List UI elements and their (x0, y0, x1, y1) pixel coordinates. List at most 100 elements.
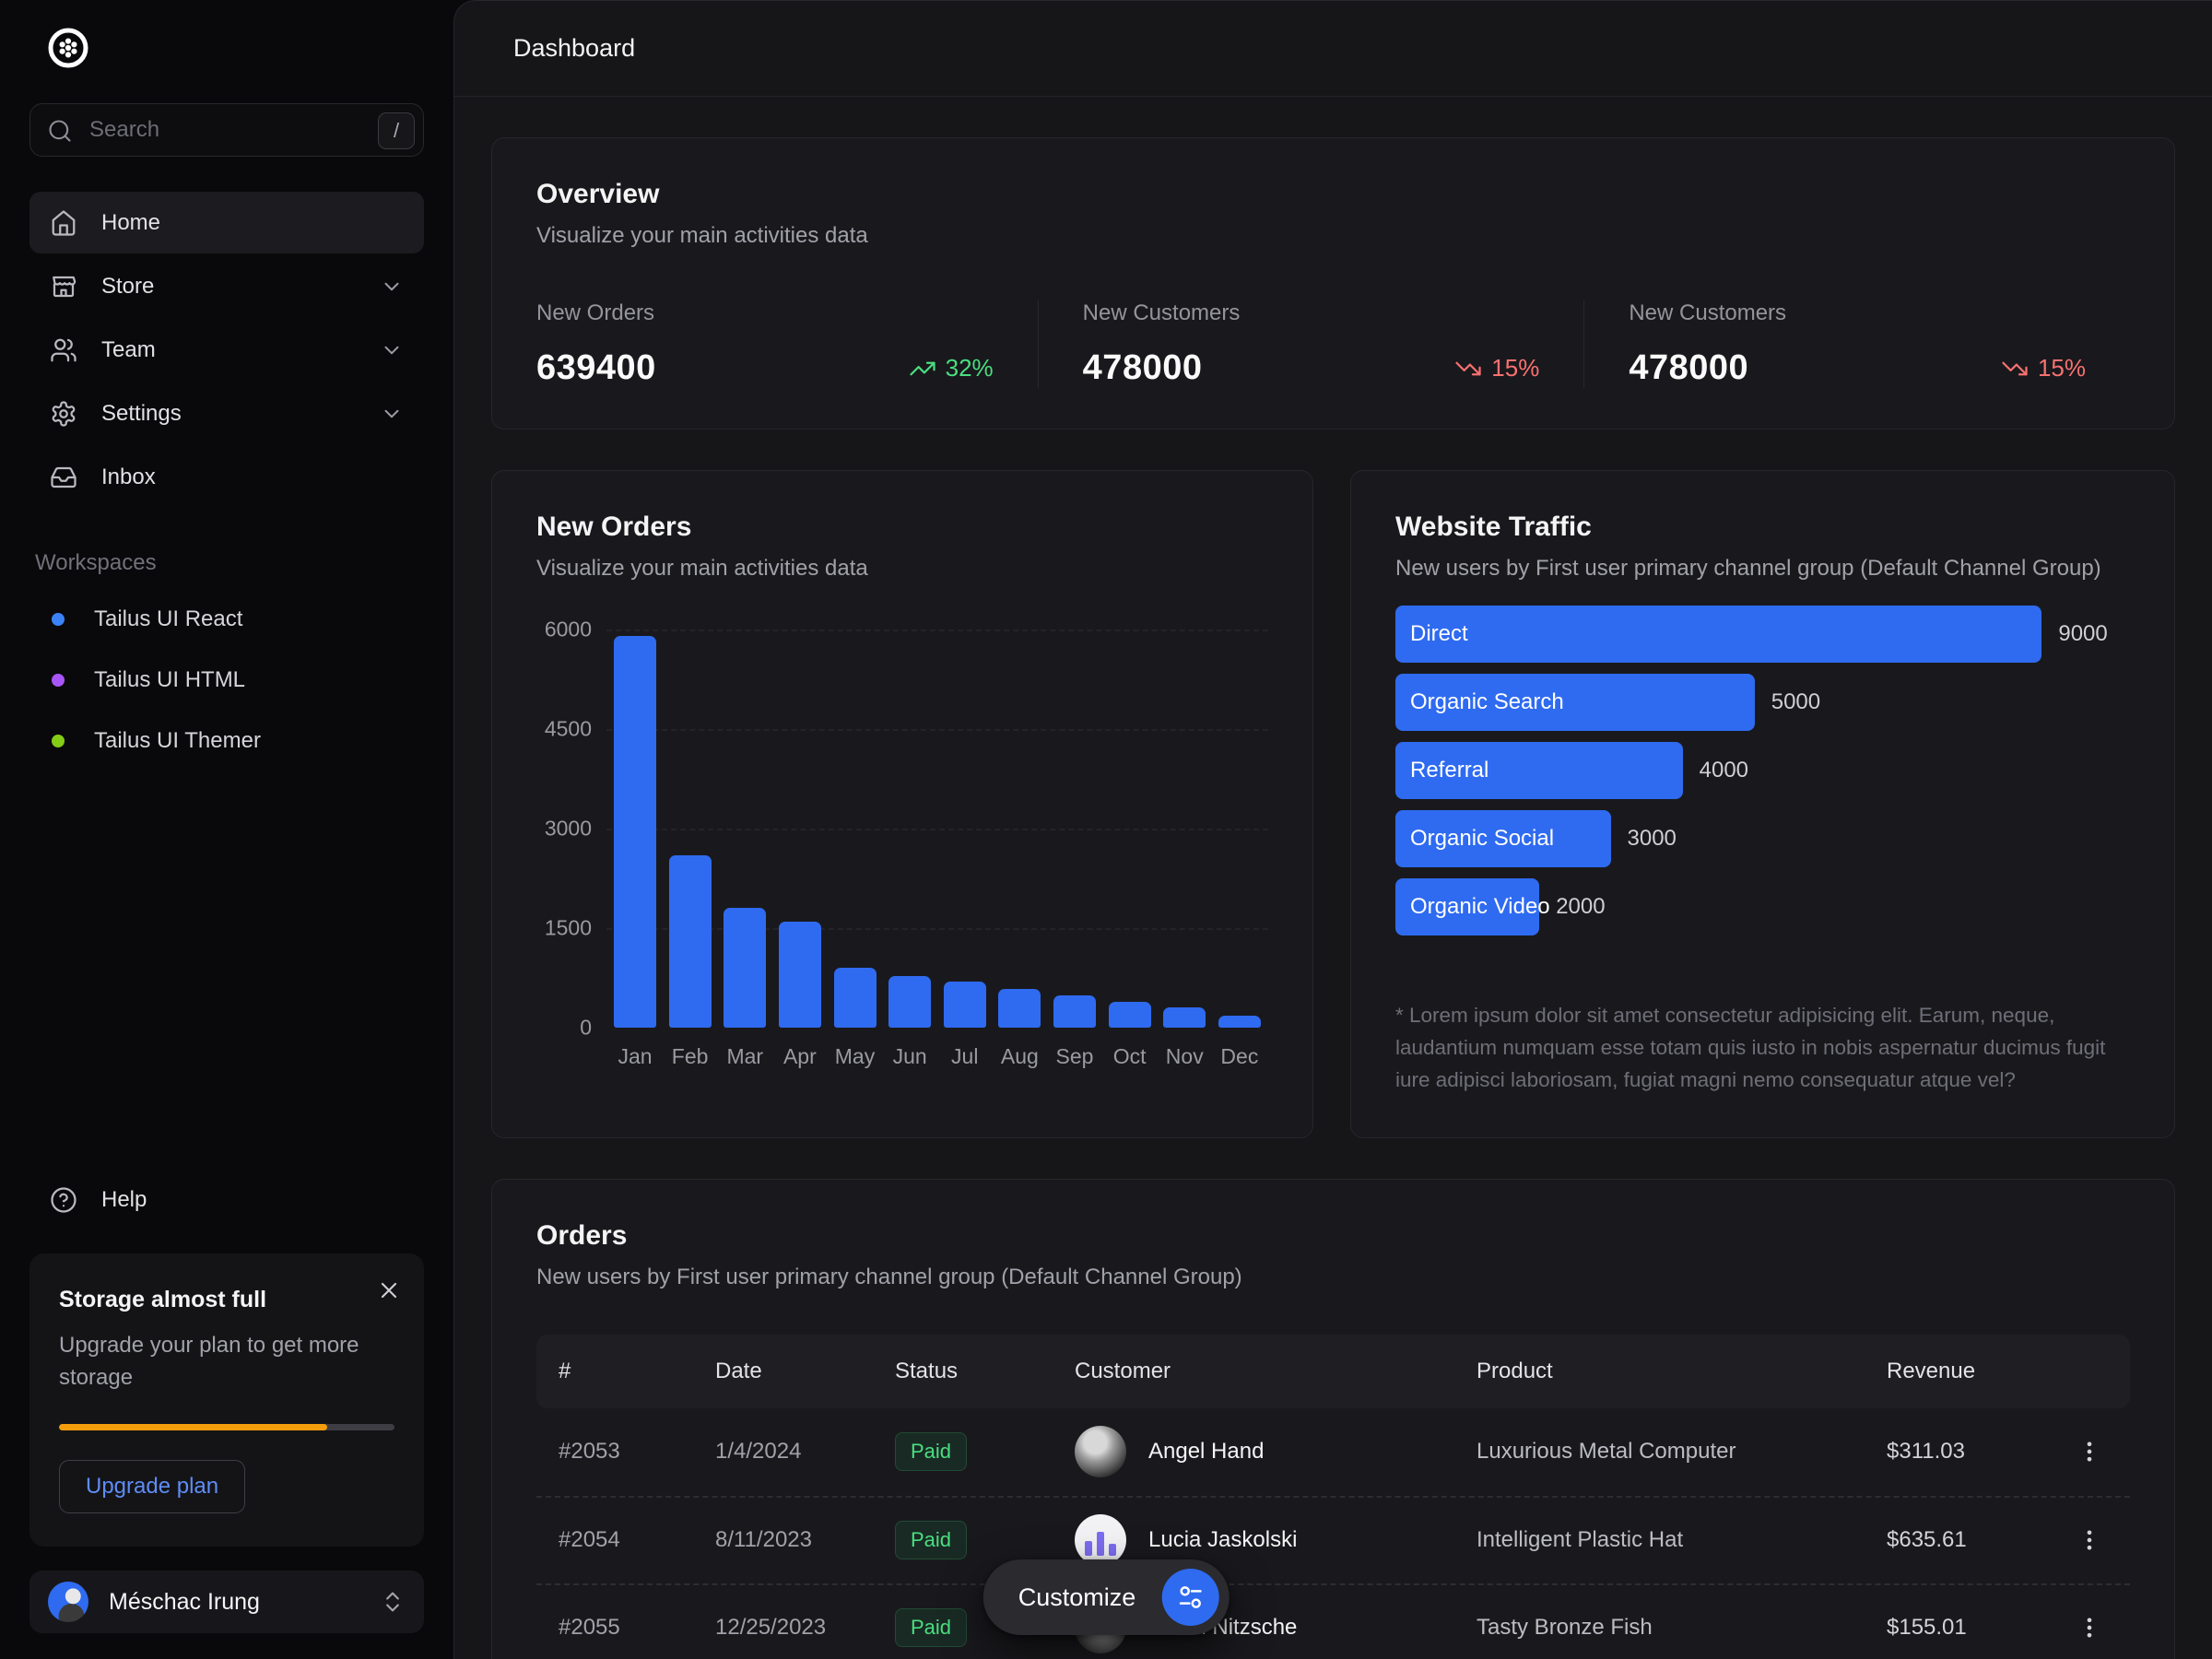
x-axis-tick: Oct (1109, 1044, 1151, 1069)
table-row[interactable]: #20531/4/2024PaidAngel HandLuxurious Met… (536, 1408, 2130, 1496)
column-header-product: Product (1477, 1359, 1887, 1384)
x-axis-tick: Aug (998, 1044, 1041, 1069)
x-axis-tick: Feb (669, 1044, 712, 1069)
chart-bar[interactable] (1109, 1002, 1151, 1028)
row-actions-button[interactable] (2071, 1609, 2108, 1646)
user-menu[interactable]: Méschac Irung (29, 1571, 424, 1633)
stat-delta-value: 15% (1491, 354, 1539, 382)
workspace-item[interactable]: Tailus UI Themer (29, 711, 424, 771)
workspace-item[interactable]: Tailus UI HTML (29, 650, 424, 711)
x-axis-tick: Mar (724, 1044, 766, 1069)
x-axis-tick: Sep (1053, 1044, 1096, 1069)
chart-bar[interactable] (669, 855, 712, 1028)
sidebar-nav: HomeStoreTeamSettings Inbox (29, 192, 424, 508)
orders-card: Orders New users by First user primary c… (491, 1179, 2175, 1659)
order-actions (2062, 1609, 2108, 1646)
x-axis-tick: Jul (944, 1044, 986, 1069)
team-icon (50, 336, 77, 364)
x-axis: JanFebMarAprMayJunJulAugSepOctNovDec (606, 1044, 1268, 1069)
orders-table-header: #DateStatusCustomerProductRevenue (536, 1335, 2130, 1408)
chart-bar[interactable] (724, 908, 766, 1028)
traffic-row: Direct9000 (1395, 606, 2130, 663)
chart-bar[interactable] (834, 968, 877, 1028)
sliders-icon (1161, 1569, 1218, 1626)
app-logo-icon[interactable] (46, 26, 424, 70)
stat-delta: 15% (1454, 354, 1539, 382)
upgrade-plan-button[interactable]: Upgrade plan (59, 1460, 245, 1513)
stat-line: 478000 15% (1629, 348, 2086, 388)
table-row[interactable]: #20548/11/2023PaidLucia JaskolskiIntelli… (536, 1496, 2130, 1583)
x-axis-tick: Apr (779, 1044, 821, 1069)
chart-bar[interactable] (779, 922, 821, 1028)
x-axis-tick: Dec (1218, 1044, 1261, 1069)
status-badge: Paid (895, 1608, 967, 1647)
website-traffic-title: Website Traffic (1395, 512, 2130, 543)
avatar (1075, 1426, 1126, 1477)
order-product: Intelligent Plastic Hat (1477, 1527, 1887, 1553)
traffic-row: Organic Search5000 (1395, 674, 2130, 731)
row-actions-button[interactable] (2071, 1522, 2108, 1559)
bar-chart-plot: 01500300045006000 (536, 629, 1268, 1028)
website-traffic-card: Website Traffic New users by First user … (1350, 470, 2175, 1138)
workspaces-label: Workspaces (35, 550, 424, 576)
close-icon[interactable] (376, 1277, 402, 1303)
traffic-row: Organic Social3000 (1395, 810, 2130, 867)
sidebar-item-store[interactable]: Store (29, 255, 424, 317)
row-actions-button[interactable] (2071, 1433, 2108, 1470)
help-label: Help (101, 1187, 147, 1213)
traffic-row: Organic Video2000 (1395, 878, 2130, 935)
sidebar-item-settings[interactable]: Settings (29, 382, 424, 444)
chevron-up-down-icon (380, 1589, 406, 1615)
storage-alert-title: Storage almost full (59, 1287, 394, 1313)
sidebar-item-team[interactable]: Team (29, 319, 424, 381)
y-axis-tick: 3000 (545, 817, 592, 841)
sidebar-item-inbox[interactable]: Inbox (29, 446, 424, 508)
stat-line: 63940032% (536, 348, 994, 388)
chart-bar[interactable] (614, 636, 656, 1028)
chart-bar[interactable] (888, 976, 931, 1028)
stat-label: New Customers (1629, 300, 2086, 326)
chart-bar[interactable] (1053, 995, 1096, 1028)
charts-row: New Orders Visualize your main activitie… (491, 470, 2175, 1138)
bars (606, 629, 1268, 1028)
y-axis-tick: 0 (580, 1016, 592, 1041)
stat-label: New Orders (536, 300, 994, 326)
store-icon (50, 273, 77, 300)
customize-button[interactable]: Customize (983, 1559, 1230, 1635)
avatar (1075, 1514, 1126, 1566)
traffic-bar[interactable]: Direct (1395, 606, 2041, 663)
order-actions (2062, 1433, 2108, 1470)
sidebar-item-help[interactable]: Help (29, 1171, 424, 1230)
chart-bar[interactable] (998, 989, 1041, 1028)
chart-bar[interactable] (1218, 1016, 1261, 1028)
y-axis-tick: 1500 (545, 916, 592, 941)
traffic-bar[interactable]: Organic Social (1395, 810, 1611, 867)
sidebar-item-label: Inbox (101, 465, 156, 490)
traffic-bar[interactable]: Organic Search (1395, 674, 1755, 731)
traffic-bar[interactable]: Referral (1395, 742, 1683, 799)
chevron-down-icon (380, 338, 404, 362)
order-actions (2062, 1522, 2108, 1559)
sidebar-item-home[interactable]: Home (29, 192, 424, 253)
kebab-icon (2077, 1615, 2102, 1641)
kebab-icon (2077, 1527, 2102, 1553)
traffic-bar[interactable]: Organic Video (1395, 878, 1539, 935)
stat-value: 478000 (1629, 348, 1748, 388)
stat-delta: 15% (2001, 354, 2086, 382)
main-header: Dashboard (454, 1, 2212, 97)
chart-bar[interactable] (1163, 1007, 1206, 1028)
y-axis-tick: 6000 (545, 618, 592, 642)
orders-table-body: #20531/4/2024PaidAngel HandLuxurious Met… (536, 1408, 2130, 1659)
search-input[interactable] (30, 104, 423, 156)
x-axis-tick: Jun (888, 1044, 931, 1069)
workspace-name: Tailus UI HTML (94, 667, 245, 693)
workspace-item[interactable]: Tailus UI React (29, 589, 424, 650)
overview-subtitle: Visualize your main activities data (536, 223, 2130, 249)
order-revenue: $635.61 (1887, 1527, 2062, 1553)
chart-bar[interactable] (944, 982, 986, 1028)
trend-down-icon (2001, 355, 2029, 382)
traffic-bar-label: Direct (1410, 621, 1468, 647)
inbox-icon (50, 464, 77, 491)
table-row[interactable]: #205512/25/2023PaidShem NitzscheTasty Br… (536, 1583, 2130, 1659)
order-id: #2053 (559, 1439, 715, 1465)
